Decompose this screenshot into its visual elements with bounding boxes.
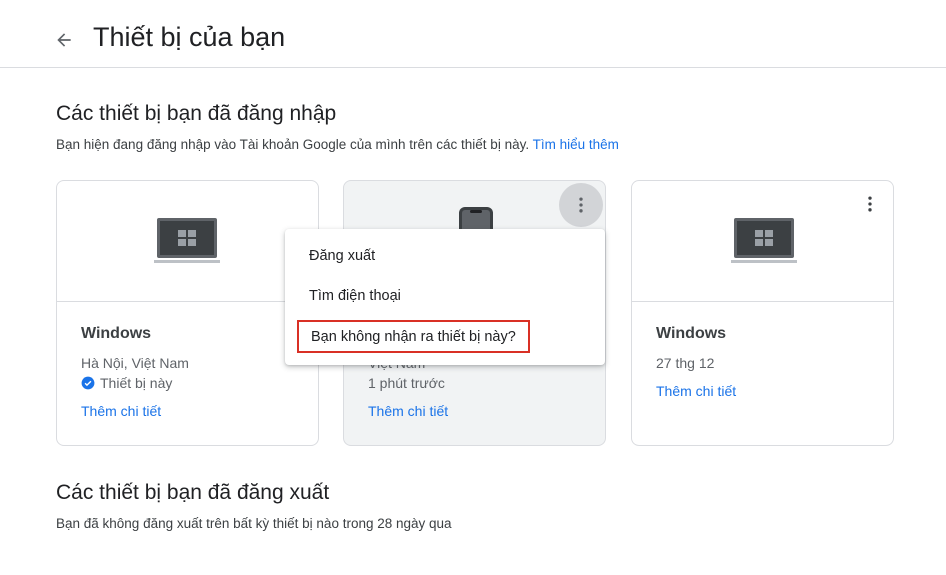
laptop-icon — [154, 218, 220, 263]
device-name: Windows — [81, 325, 152, 342]
more-vert-icon — [579, 197, 583, 213]
device-card-windows[interactable]: Windows 27 thg 12 Thêm chi tiết — [631, 180, 894, 446]
signed-in-section-description: Bạn hiện đang đăng nhập vào Tài khoản Go… — [56, 137, 619, 152]
more-vert-icon — [868, 196, 872, 212]
menu-item-sign-out[interactable]: Đăng xuất — [285, 238, 605, 274]
device-last-active: 1 phút trước — [368, 375, 445, 391]
signed-in-section-title: Các thiết bị bạn đã đăng nhập — [56, 102, 337, 125]
menu-item-dont-recognize-device[interactable]: Bạn không nhận ra thiết bị này? — [297, 320, 530, 353]
device-options-menu: Đăng xuất Tìm điện thoại Bạn không nhận … — [285, 229, 605, 365]
device-name: Windows — [656, 325, 727, 342]
device-location: Hà Nội, Việt Nam — [81, 355, 189, 371]
device-status-label: Thiết bị này — [100, 375, 173, 391]
laptop-icon — [731, 218, 797, 263]
signed-in-description-text: Bạn hiện đang đăng nhập vào Tài khoản Go… — [56, 137, 530, 152]
page-title: Thiết bị của bạn — [93, 22, 286, 52]
device-details-link[interactable]: Thêm chi tiết — [656, 383, 736, 399]
more-options-button[interactable] — [848, 182, 892, 226]
device-last-active: 27 thg 12 — [656, 355, 715, 371]
top-bar: Thiết bị của bạn — [0, 0, 946, 68]
more-options-button[interactable] — [559, 183, 603, 227]
arrow-back-icon — [57, 33, 71, 47]
device-current-status: Thiết bị này — [81, 375, 172, 391]
check-circle-icon — [81, 376, 95, 390]
device-details-link[interactable]: Thêm chi tiết — [368, 403, 448, 419]
device-card-windows-current[interactable]: Windows Hà Nội, Việt Nam Thiết bị này Th… — [56, 180, 319, 446]
back-button[interactable] — [50, 26, 78, 54]
signed-out-section-description: Bạn đã không đăng xuất trên bất kỳ thiết… — [56, 516, 452, 531]
device-illustration — [57, 181, 318, 302]
device-details-link[interactable]: Thêm chi tiết — [81, 403, 161, 419]
menu-item-find-phone[interactable]: Tìm điện thoại — [285, 278, 605, 314]
learn-more-link[interactable]: Tìm hiểu thêm — [533, 137, 619, 152]
signed-out-section-title: Các thiết bị bạn đã đăng xuất — [56, 481, 330, 504]
